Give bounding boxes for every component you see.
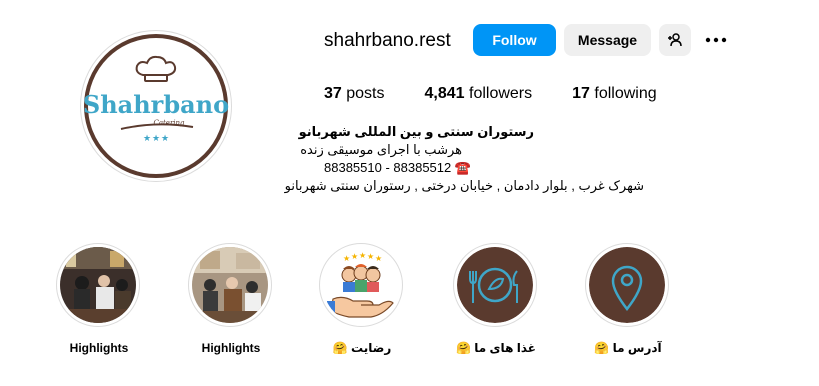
suggest-user-button[interactable]	[659, 24, 691, 56]
following-count: 17	[572, 85, 590, 102]
following-stat[interactable]: 17 following	[572, 84, 657, 104]
shahrbano-logo: Shahrbano Catering ★ ★ ★	[83, 34, 229, 178]
logo-wordmark: Shahrbano	[83, 90, 229, 119]
followers-label: followers	[469, 85, 533, 102]
highlight-item[interactable]: Highlights	[56, 243, 142, 355]
restaurant-interior-photo	[60, 247, 136, 323]
more-options-icon	[705, 37, 727, 43]
highlight-item[interactable]: Highlights	[188, 243, 274, 355]
highlight-label: رضایت 🤗	[332, 341, 392, 355]
highlight-cover	[188, 243, 272, 327]
highlight-label: غذا های ما 🤗	[456, 341, 536, 355]
more-options-button[interactable]	[702, 24, 730, 56]
highlight-cover: ★ ★ ★ ★ ★	[319, 243, 403, 327]
profile-bio: رستوران سنتی و بین المللی شهربانو هرشب ب…	[284, 123, 654, 195]
highlight-label: Highlights	[69, 341, 129, 355]
highlight-cover	[585, 243, 669, 327]
bio-line: هرشب با اجرای موسیقی زنده	[300, 142, 462, 157]
bio-phone-line: 88385510 - 88385512 ☎️	[324, 159, 654, 177]
profile-stats: 37 posts 4,841 followers 17 following	[324, 84, 697, 104]
bio-phone: 88385510 - 88385512	[324, 160, 452, 175]
customer-satisfaction-icon: ★ ★ ★ ★ ★	[323, 247, 399, 323]
svg-text:★: ★	[351, 252, 358, 261]
posts-count: 37	[324, 85, 342, 102]
message-button[interactable]: Message	[564, 24, 651, 56]
food-plate-icon	[457, 247, 533, 323]
svg-text:★: ★	[161, 133, 169, 143]
follow-button[interactable]: Follow	[473, 24, 556, 56]
svg-text:★: ★	[343, 254, 350, 263]
svg-text:★: ★	[152, 133, 160, 143]
bio-address: شهرک غرب , بلوار دادمان , خیابان درختی ,…	[284, 178, 644, 193]
svg-text:★: ★	[375, 254, 382, 263]
highlight-item[interactable]: غذا های ما 🤗	[453, 243, 539, 355]
followers-count: 4,841	[424, 85, 465, 102]
posts-label: posts	[346, 85, 385, 102]
followers-stat[interactable]: 4,841 followers	[425, 84, 533, 104]
dining-hall-photo	[192, 247, 268, 323]
svg-text:★: ★	[359, 251, 366, 260]
highlight-label: Highlights	[201, 341, 261, 355]
svg-text:★: ★	[367, 252, 374, 261]
following-label: following	[594, 85, 657, 102]
posts-stat: 37 posts	[324, 84, 385, 104]
highlight-cover	[453, 243, 537, 327]
highlight-cover	[56, 243, 140, 327]
location-pin-icon	[589, 247, 665, 323]
bio-name: رستوران سنتی و بین المللی شهربانو	[298, 124, 534, 139]
profile-username: shahrbano.rest	[324, 30, 451, 51]
svg-text:★: ★	[143, 133, 151, 143]
add-user-icon	[668, 33, 682, 47]
highlight-label: آدرس ما 🤗	[594, 341, 662, 355]
profile-avatar[interactable]: Shahrbano Catering ★ ★ ★	[80, 30, 232, 182]
highlight-item[interactable]: آدرس ما 🤗	[585, 243, 671, 355]
phone-icon: ☎️	[454, 160, 472, 175]
highlight-item[interactable]: ★ ★ ★ ★ ★ رضایت 🤗	[319, 243, 405, 355]
